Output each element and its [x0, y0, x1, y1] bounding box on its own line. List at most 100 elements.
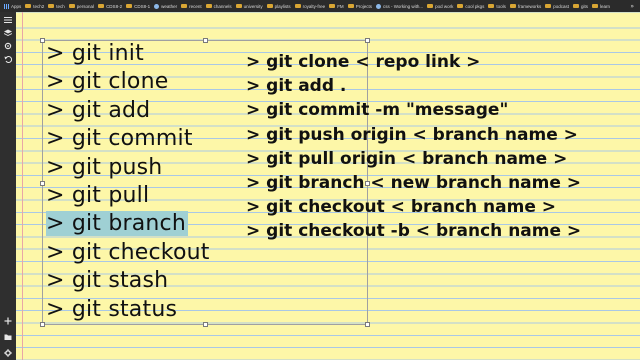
- bookmark-label: tech: [56, 3, 65, 9]
- apps-icon: [4, 3, 9, 9]
- bookmark-item[interactable]: gits: [572, 3, 588, 9]
- folder-icon: [509, 4, 516, 8]
- folder-icon: [347, 4, 354, 8]
- bookmarks-bar: Apps tech2 tech personal CDS8-2 CDS8-1 weather…: [0, 0, 640, 12]
- margin-line: [22, 12, 23, 360]
- resize-handle[interactable]: [365, 322, 370, 327]
- list-item: > git stash: [46, 268, 169, 294]
- bookmark-label: tools: [496, 3, 506, 9]
- bookmark-label: CDS8-2: [106, 3, 123, 9]
- resize-handle[interactable]: [40, 38, 45, 43]
- command-line: > git clone < repo link >: [246, 52, 481, 72]
- menu-icon[interactable]: [3, 15, 13, 25]
- folder-icon: [545, 4, 552, 8]
- resize-handle[interactable]: [40, 181, 45, 186]
- list-item: > git commit: [46, 126, 193, 152]
- folder-icon: [126, 4, 133, 8]
- folder-icon: [98, 4, 105, 8]
- bookmark-label: channels: [213, 3, 232, 9]
- globe-icon: [375, 3, 381, 9]
- bookmark-item[interactable]: tools: [488, 4, 506, 9]
- undo-icon[interactable]: [3, 54, 13, 64]
- overflow-icon: »: [630, 2, 634, 10]
- command-line: > git pull origin < branch name >: [246, 148, 568, 169]
- folder-icon: [329, 4, 336, 8]
- bookmark-label: learn: [599, 3, 610, 9]
- layers-icon[interactable]: [3, 28, 13, 38]
- bookmark-item[interactable]: css - Working with...: [375, 3, 424, 9]
- resize-handle[interactable]: [40, 322, 45, 327]
- folder-icon: [68, 4, 75, 8]
- bookmark-item[interactable]: recent: [181, 4, 202, 9]
- bookmark-item[interactable]: weather: [154, 3, 178, 9]
- bookmarks-overflow-button[interactable]: »: [630, 3, 634, 10]
- folder-icon: [457, 4, 464, 8]
- bookmark-label: podcast: [553, 3, 569, 9]
- bookmark-label: pod work: [435, 3, 454, 9]
- bookmark-item[interactable]: podcast: [545, 4, 569, 9]
- bookmark-label: cool pkgs: [465, 3, 485, 9]
- folder-icon: [427, 4, 434, 8]
- bookmark-item[interactable]: Apps: [4, 3, 22, 9]
- command-line: > git checkout < branch name >: [246, 197, 557, 218]
- bookmark-label: tech2: [33, 3, 45, 9]
- bookmark-label: royalty-free: [302, 3, 326, 9]
- folder-icon: [294, 4, 301, 8]
- git-command-syntax[interactable]: > git clone < repo link > > git add . > …: [246, 50, 581, 244]
- bookmark-item[interactable]: royalty-free: [294, 3, 326, 9]
- folder-icon[interactable]: [3, 332, 13, 342]
- command-line: > git checkout -b < branch name >: [246, 221, 582, 242]
- folder-icon: [572, 4, 579, 8]
- folder-icon: [591, 4, 598, 8]
- bookmark-label: Projects: [355, 3, 372, 9]
- bookmark-label: weather: [161, 3, 178, 9]
- bookmark-label: recent: [189, 3, 202, 9]
- list-item: > git checkout: [46, 239, 210, 265]
- folder-icon: [235, 4, 242, 8]
- folder-icon: [48, 4, 55, 8]
- settings-icon[interactable]: [3, 41, 13, 51]
- tools-icon[interactable]: [3, 348, 13, 358]
- bookmark-item[interactable]: CDS8-1: [126, 4, 150, 9]
- list-item: > git status: [46, 296, 178, 322]
- bookmark-item[interactable]: FM: [329, 4, 344, 9]
- command-line: > git add .: [246, 76, 347, 97]
- list-item: > git clone: [46, 69, 169, 95]
- bookmark-label: personal: [76, 3, 95, 9]
- git-command-list[interactable]: > git init > git clone > git add > git c…: [46, 40, 210, 324]
- bookmark-label: university: [243, 3, 263, 9]
- command-line: > git push origin < branch name >: [246, 124, 578, 145]
- command-line: > git branch < new branch name >: [246, 173, 582, 194]
- folder-icon: [488, 4, 495, 8]
- bookmark-item[interactable]: CDS8-2: [98, 4, 122, 9]
- bookmark-item[interactable]: playlists: [266, 3, 291, 9]
- bookmark-item[interactable]: Projects: [347, 3, 372, 9]
- bookmark-label: FM: [337, 3, 344, 9]
- folder-icon: [181, 4, 188, 8]
- bookmark-label: playlists: [274, 3, 291, 9]
- bookmark-label: frameworks: [517, 3, 542, 9]
- notepad-canvas[interactable]: > git init > git clone > git add > git c…: [16, 12, 640, 360]
- bookmark-item[interactable]: frameworks: [509, 3, 542, 9]
- list-item: > git pull: [46, 183, 150, 209]
- bookmark-item[interactable]: learn: [591, 3, 610, 9]
- bookmark-item[interactable]: university: [235, 3, 263, 9]
- list-item-highlighted: > git branch: [46, 211, 188, 237]
- bookmark-item[interactable]: channels: [205, 3, 232, 9]
- command-line: > git commit -m "message": [246, 100, 509, 121]
- resize-handle[interactable]: [365, 38, 370, 43]
- bookmark-label: gits: [580, 3, 588, 9]
- folder-icon: [25, 4, 32, 8]
- list-item: > git init: [46, 41, 144, 66]
- drawing-toolbar: [0, 12, 16, 360]
- bookmark-item[interactable]: tech2: [25, 4, 44, 9]
- bookmark-item[interactable]: cool pkgs: [457, 4, 484, 9]
- add-icon[interactable]: [3, 316, 13, 326]
- bookmark-item[interactable]: tech: [48, 4, 65, 9]
- bookmark-label: Apps: [11, 3, 22, 9]
- bookmark-label: css - Working with...: [382, 3, 424, 9]
- bookmark-item[interactable]: personal: [68, 3, 95, 9]
- bookmark-item[interactable]: pod work: [427, 4, 453, 9]
- folder-icon: [205, 4, 212, 8]
- list-item: > git add: [46, 97, 151, 123]
